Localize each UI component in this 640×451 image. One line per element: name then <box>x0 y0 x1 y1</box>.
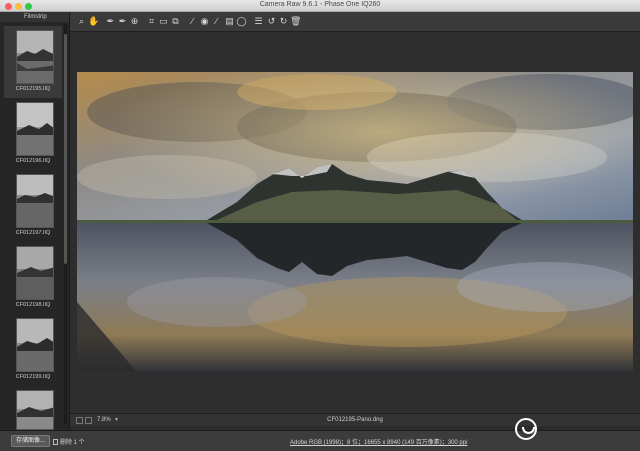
title-bar: Camera Raw 9.6.1 - Phase One IQ260 <box>0 0 640 12</box>
workflow-options-link[interactable]: Adobe RGB (1998)；8 位；16655 x 8940 (149 百… <box>290 437 467 446</box>
spot-removal-icon[interactable]: ∕ <box>187 16 198 27</box>
filmstrip-item-label: CF012195.IIQ <box>15 86 51 92</box>
filmstrip-item[interactable]: CF012199.IIQ <box>4 314 62 386</box>
red-eye-icon[interactable]: ◉ <box>199 16 210 27</box>
graduated-filter-icon[interactable]: ▤ <box>224 16 235 27</box>
filmstrip-header[interactable]: Filmstrip <box>0 12 69 22</box>
transform-icon[interactable]: ⧉ <box>170 16 181 27</box>
filmstrip-item[interactable]: CF012198.IIQ <box>4 242 62 314</box>
filmstrip-item-label: CF012198.IIQ <box>15 302 51 308</box>
preferences-icon[interactable]: ☰ <box>253 16 264 27</box>
filmstrip-item[interactable]: CF012195.IIQ <box>4 26 62 98</box>
watermark-icon <box>515 418 537 440</box>
filmstrip-item[interactable]: CF012196.IIQ <box>4 98 62 170</box>
filmstrip-item-label: CF012197.IIQ <box>15 230 51 236</box>
radial-filter-icon[interactable]: ◯ <box>236 16 247 27</box>
thumbnail-image <box>16 318 54 372</box>
preview-canvas[interactable] <box>70 32 640 413</box>
rotate-cw-icon[interactable]: ↻ <box>278 16 289 27</box>
hand-icon[interactable]: ✋ <box>88 16 99 27</box>
white-balance-icon[interactable]: ✒ <box>105 16 116 27</box>
filmstrip-item-label: CF012199.IIQ <box>15 374 51 380</box>
thumbnail-image <box>16 390 54 430</box>
tool-bar: ⌕ ✋ ✒ ✒ ⊕ ⌗ ▭ ⧉ ∕ ◉ ∕ ▤ ◯ ☰ ↺ ↻ 🗑 <box>70 12 640 32</box>
filmstrip-panel: Filmstrip CF012195.IIQ CF012196.IIQ CF01… <box>0 12 70 430</box>
thumbnail-image <box>16 102 54 156</box>
trash-icon[interactable] <box>53 439 58 445</box>
thumbnail-image <box>16 246 54 300</box>
color-sampler-icon[interactable]: ✒ <box>117 16 128 27</box>
target-adjust-icon[interactable]: ⊕ <box>129 16 140 27</box>
save-image-button[interactable]: 存储图像... <box>11 435 51 447</box>
window-title: Camera Raw 9.6.1 - Phase One IQ260 <box>259 1 381 8</box>
filmstrip-item-label: CF012196.IIQ <box>15 158 51 164</box>
thumbnail-image <box>16 30 54 84</box>
preview-image[interactable] <box>77 72 633 372</box>
watermark-logo <box>515 418 635 444</box>
zoom-icon[interactable]: ⌕ <box>76 16 87 27</box>
filmstrip-item[interactable]: CF012197.IIQ <box>4 170 62 242</box>
delete-count: 删除 1 个 <box>60 440 85 446</box>
adjustment-brush-icon[interactable]: ∕ <box>211 16 222 27</box>
delete-info: 删除 1 个 <box>53 437 85 446</box>
rotate-ccw-icon[interactable]: ↺ <box>266 16 277 27</box>
filmstrip-item[interactable] <box>4 386 62 430</box>
straighten-icon[interactable]: ▭ <box>158 16 169 27</box>
thumbnail-image <box>16 174 54 228</box>
trash-icon[interactable]: 🗑 <box>290 16 301 27</box>
scrollbar-thumb[interactable] <box>64 34 67 264</box>
crop-icon[interactable]: ⌗ <box>146 16 157 27</box>
filmstrip-scrollbar[interactable] <box>64 24 67 424</box>
